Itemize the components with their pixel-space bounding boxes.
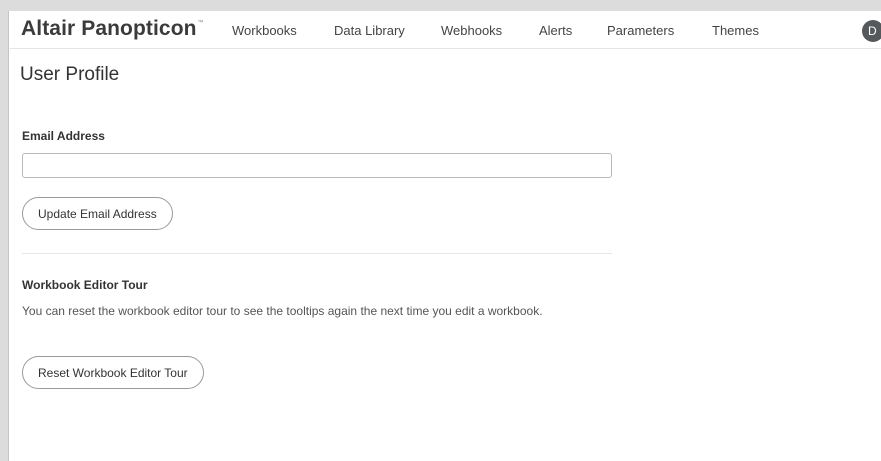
user-avatar[interactable]: D: [862, 20, 881, 42]
nav-webhooks[interactable]: Webhooks: [441, 23, 502, 38]
app-window: Altair Panopticon™ Workbooks Data Librar…: [0, 0, 881, 461]
left-edge-strip: [0, 11, 9, 461]
top-navbar: Altair Panopticon™ Workbooks Data Librar…: [10, 11, 881, 49]
page-title: User Profile: [20, 64, 120, 85]
nav-parameters[interactable]: Parameters: [607, 23, 674, 38]
tour-description: You can reset the workbook editor tour t…: [22, 304, 543, 318]
browser-top-strip: [0, 0, 881, 11]
nav-alerts[interactable]: Alerts: [539, 23, 572, 38]
email-field[interactable]: [22, 153, 612, 178]
trademark-mark: ™: [197, 20, 204, 26]
nav-workbooks[interactable]: Workbooks: [232, 23, 297, 38]
nav-themes[interactable]: Themes: [712, 23, 759, 38]
email-section-label: Email Address: [22, 129, 105, 143]
tour-section-label: Workbook Editor Tour: [22, 278, 148, 292]
brand-logo[interactable]: Altair Panopticon™: [21, 17, 204, 41]
brand-name: Altair Panopticon: [21, 17, 197, 40]
reset-tour-button[interactable]: Reset Workbook Editor Tour: [22, 356, 204, 389]
section-divider: [22, 253, 612, 254]
nav-data-library[interactable]: Data Library: [334, 23, 405, 38]
update-email-button[interactable]: Update Email Address: [22, 197, 173, 230]
